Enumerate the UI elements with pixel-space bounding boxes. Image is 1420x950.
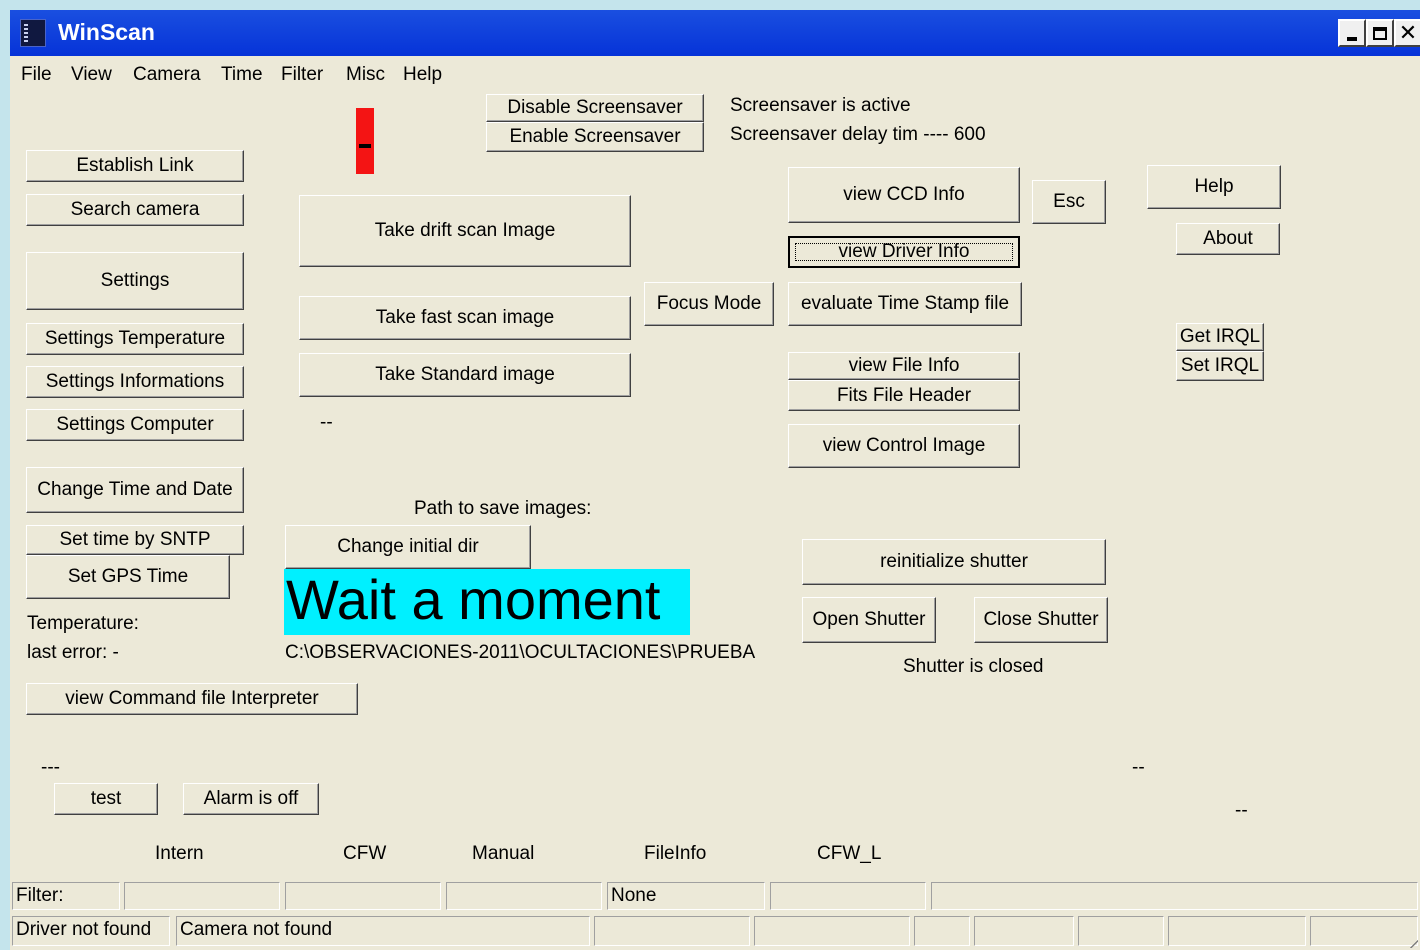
app-icon[interactable] <box>20 19 46 47</box>
settings-informations-button[interactable]: Settings Informations <box>26 366 244 398</box>
status-panel <box>1168 916 1306 946</box>
status-panel <box>1078 916 1164 946</box>
filter-status-panel <box>285 882 441 910</box>
save-path: C:\OBSERVACIONES-2011\OCULTACIONES\PRUEB… <box>285 642 756 663</box>
path-label: Path to save images: <box>414 498 592 519</box>
close-button[interactable]: ✕ <box>1394 19 1420 47</box>
winscan-window: WinScan ✕ File View Camera Time Filter M… <box>10 10 1420 950</box>
settings-computer-button[interactable]: Settings Computer <box>26 409 244 441</box>
filter-status-panel <box>446 882 602 910</box>
status-panel <box>754 916 910 946</box>
close-shutter-button[interactable]: Close Shutter <box>974 597 1108 643</box>
temperature-label: Temperature: <box>27 613 139 634</box>
view-ccd-info-button[interactable]: view CCD Info <box>788 167 1020 223</box>
change-time-date-button[interactable]: Change Time and Date <box>26 467 244 513</box>
menu-bar: File View Camera Time Filter Misc Help <box>10 62 1420 90</box>
disable-screensaver-button[interactable]: Disable Screensaver <box>486 94 704 122</box>
filter-status-panel <box>124 882 280 910</box>
screensaver-delay: Screensaver delay tim ---- 600 <box>730 124 986 145</box>
wait-message: Wait a moment <box>284 569 690 635</box>
filter-status-panel: Filter: <box>12 882 120 910</box>
filter-label-manual: Manual <box>472 843 535 864</box>
right-status-dash-2: -- <box>1235 800 1248 821</box>
status-indicator <box>356 108 374 174</box>
camera-status-panel: Camera not found <box>176 916 590 946</box>
resize-grip-icon[interactable] <box>1408 938 1418 948</box>
help-button[interactable]: Help <box>1147 165 1281 209</box>
menu-time[interactable]: Time <box>221 64 263 86</box>
capture-status-dash: -- <box>320 412 333 433</box>
minimize-button[interactable] <box>1338 19 1366 47</box>
test-button[interactable]: test <box>54 783 158 815</box>
status-panel <box>594 916 750 946</box>
about-button[interactable]: About <box>1176 223 1280 255</box>
close-icon: ✕ <box>1398 20 1418 45</box>
left-status-dash: --- <box>41 757 60 778</box>
open-shutter-button[interactable]: Open Shutter <box>802 597 936 643</box>
settings-temperature-button[interactable]: Settings Temperature <box>26 323 244 355</box>
menu-filter[interactable]: Filter <box>281 64 323 86</box>
focus-mode-button[interactable]: Focus Mode <box>644 282 774 326</box>
evaluate-timestamp-button[interactable]: evaluate Time Stamp file <box>788 282 1022 326</box>
status-panel <box>974 916 1074 946</box>
maximize-button[interactable] <box>1366 19 1394 47</box>
view-command-file-button[interactable]: view Command file Interpreter <box>26 683 358 715</box>
establish-link-button[interactable]: Establish Link <box>26 150 244 182</box>
last-error-label: last error: - <box>27 642 119 663</box>
status-panel <box>914 916 970 946</box>
settings-button[interactable]: Settings <box>26 252 244 310</box>
fast-scan-button[interactable]: Take fast scan image <box>299 296 631 340</box>
standard-image-button[interactable]: Take Standard image <box>299 353 631 397</box>
esc-button[interactable]: Esc <box>1032 180 1106 224</box>
filter-status-panel <box>931 882 1418 910</box>
window-title: WinScan <box>58 19 155 45</box>
filter-label-fileinfo: FileInfo <box>644 843 707 864</box>
reinitialize-shutter-button[interactable]: reinitialize shutter <box>802 539 1106 585</box>
right-status-dash-1: -- <box>1132 757 1145 778</box>
search-camera-button[interactable]: Search camera <box>26 194 244 226</box>
drift-scan-button[interactable]: Take drift scan Image <box>299 195 631 267</box>
filter-status-panel: None <box>607 882 765 910</box>
driver-status-panel: Driver not found <box>12 916 170 946</box>
shutter-status: Shutter is closed <box>903 656 1044 677</box>
filter-label-cfw: CFW <box>343 843 387 864</box>
minimize-icon <box>1347 37 1357 41</box>
filter-label-cfw-l: CFW_L <box>817 843 882 864</box>
get-irql-button[interactable]: Get IRQL <box>1176 323 1264 351</box>
enable-screensaver-button[interactable]: Enable Screensaver <box>486 122 704 152</box>
alarm-button[interactable]: Alarm is off <box>183 783 319 815</box>
menu-view[interactable]: View <box>71 64 112 86</box>
menu-misc[interactable]: Misc <box>346 64 385 86</box>
menu-file[interactable]: File <box>21 64 52 86</box>
set-gps-time-button[interactable]: Set GPS Time <box>26 555 230 599</box>
screensaver-status: Screensaver is active <box>730 95 911 116</box>
filter-label-intern: Intern <box>155 843 204 864</box>
set-time-sntp-button[interactable]: Set time by SNTP <box>26 525 244 555</box>
menu-help[interactable]: Help <box>403 64 442 86</box>
filter-status-panel <box>770 882 926 910</box>
view-driver-info-button[interactable]: view Driver Info <box>788 236 1020 268</box>
change-initial-dir-button[interactable]: Change initial dir <box>285 525 531 569</box>
maximize-icon <box>1373 26 1387 40</box>
menu-camera[interactable]: Camera <box>133 64 201 86</box>
title-bar[interactable]: WinScan ✕ <box>10 10 1420 56</box>
view-file-info-button[interactable]: view File Info <box>788 352 1020 380</box>
status-panel <box>1310 916 1418 946</box>
set-irql-button[interactable]: Set IRQL <box>1176 351 1264 381</box>
fits-file-header-button[interactable]: Fits File Header <box>788 380 1020 411</box>
view-control-image-button[interactable]: view Control Image <box>788 424 1020 468</box>
